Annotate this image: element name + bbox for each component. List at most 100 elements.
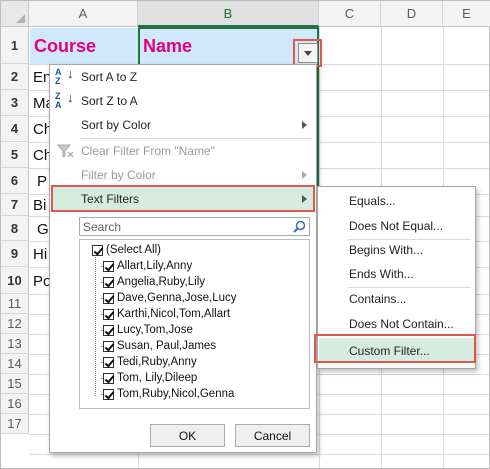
- column-header-a[interactable]: A: [29, 1, 138, 27]
- sort-z-a-label: Sort Z to A: [81, 94, 138, 108]
- autofilter-menu: A Z ↓ Sort A to Z Z A ↓ Sort Z to A Sort by …: [49, 64, 317, 453]
- list-item-select-all[interactable]: (Select All): [92, 242, 161, 258]
- does-not-equal-label: Does Not Equal...: [349, 218, 444, 233]
- contains-label: Contains...: [349, 291, 407, 306]
- list-item-label: Karthi,Nicol,Tom,Allart: [117, 308, 231, 320]
- sort-by-color-label: Sort by Color: [81, 118, 152, 132]
- checkbox[interactable]: [103, 340, 114, 352]
- row-header-4[interactable]: 4: [1, 116, 29, 142]
- begins-with-label: Begins With...: [349, 242, 424, 257]
- submenu-contains[interactable]: Contains...: [319, 286, 474, 311]
- cancel-button[interactable]: Cancel: [235, 424, 310, 447]
- filter-value-list[interactable]: (Select All) Allart,Lily,Anny Angelia,Ru…: [79, 239, 310, 409]
- menu-sort-z-a[interactable]: Z A ↓ Sort Z to A: [51, 89, 315, 113]
- filter-dropdown-button[interactable]: [298, 43, 318, 63]
- select-all-corner[interactable]: [1, 1, 29, 27]
- sort-a-z-label: Sort A to Z: [81, 70, 138, 84]
- column-header-e[interactable]: E: [443, 1, 490, 27]
- row-header-15[interactable]: 15: [1, 374, 29, 394]
- row-header-5[interactable]: 5: [1, 142, 29, 168]
- submenu-ends-with[interactable]: Ends With...: [319, 261, 474, 286]
- list-item[interactable]: Lucy,Tom,Jose: [96, 322, 193, 338]
- cell-a9[interactable]: Hi: [30, 242, 50, 267]
- chevron-right-icon: [302, 195, 307, 203]
- menu-sort-by-color[interactable]: Sort by Color: [51, 113, 315, 137]
- checkbox[interactable]: [103, 292, 114, 304]
- menu-clear-filter[interactable]: Clear Filter From "Name": [51, 139, 315, 163]
- cell-a5[interactable]: Ch: [30, 143, 50, 168]
- checkbox[interactable]: [103, 372, 114, 384]
- checkbox[interactable]: [103, 388, 114, 400]
- list-item[interactable]: Karthi,Nicol,Tom,Allart: [96, 306, 230, 322]
- column-header-d[interactable]: D: [381, 1, 443, 27]
- cell-a7[interactable]: Bi: [30, 195, 50, 216]
- list-item-label: Angelia,Ruby,Lily: [117, 276, 206, 288]
- checkbox[interactable]: [103, 260, 114, 272]
- row-header-6[interactable]: 6: [1, 168, 29, 194]
- submenu-begins-with[interactable]: Begins With...: [319, 237, 474, 262]
- menu-sort-a-z[interactable]: A Z ↓ Sort A to Z: [51, 65, 315, 89]
- row-header-10[interactable]: 10: [1, 267, 29, 294]
- chevron-down-icon: [304, 50, 312, 56]
- search-input[interactable]: Search: [79, 217, 310, 236]
- checkbox[interactable]: [103, 324, 114, 336]
- row-header-1[interactable]: 1: [1, 27, 29, 64]
- search-icon: [293, 220, 306, 233]
- cell-a6[interactable]: P: [30, 169, 50, 194]
- chevron-right-icon: [302, 121, 307, 129]
- cell-a4[interactable]: Ch: [30, 117, 50, 142]
- list-item-label: Susan, Paul,James: [117, 340, 217, 352]
- list-item-label: Dave,Genna,Jose,Lucy: [117, 292, 237, 304]
- row-header-12[interactable]: 12: [1, 314, 29, 334]
- clear-filter-label: Clear Filter From "Name": [81, 144, 215, 158]
- menu-text-filters[interactable]: Text Filters: [51, 187, 315, 211]
- row-header-16[interactable]: 16: [1, 394, 29, 414]
- search-placeholder: Search: [83, 219, 122, 234]
- list-item-label: Tedi,Ruby,Anny: [117, 356, 197, 368]
- cell-b1-name[interactable]: Name: [139, 28, 319, 64]
- sort-ascending-icon: A Z ↓: [55, 66, 74, 86]
- list-item-label: Allart,Lily,Anny: [117, 260, 193, 272]
- filter-by-color-label: Filter by Color: [81, 168, 156, 182]
- cell-a2[interactable]: En: [30, 65, 50, 90]
- submenu-does-not-contain[interactable]: Does Not Contain...: [319, 311, 474, 336]
- submenu-custom-filter[interactable]: Custom Filter...: [319, 338, 474, 363]
- list-item[interactable]: Allart,Lily,Anny: [96, 258, 192, 274]
- checkbox[interactable]: [103, 356, 114, 368]
- row-header-14[interactable]: 14: [1, 354, 29, 374]
- row-header-13[interactable]: 13: [1, 334, 29, 354]
- menu-filter-by-color[interactable]: Filter by Color: [51, 163, 315, 187]
- submenu-equals[interactable]: Equals...: [319, 188, 474, 213]
- submenu-does-not-equal[interactable]: Does Not Equal...: [319, 213, 474, 238]
- list-item[interactable]: Angelia,Ruby,Lily: [96, 274, 205, 290]
- list-item[interactable]: Tom,Ruby,Nicol,Genna: [96, 386, 234, 402]
- chevron-right-icon: [302, 171, 307, 179]
- checkbox[interactable]: [92, 244, 103, 256]
- list-item[interactable]: Dave,Genna,Jose,Lucy: [96, 290, 237, 306]
- list-item[interactable]: Tom, Lily,Dileep: [96, 370, 197, 386]
- column-header-c[interactable]: C: [319, 1, 381, 27]
- row-header-7[interactable]: 7: [1, 194, 29, 216]
- cell-a8[interactable]: G: [30, 217, 50, 241]
- list-item-label: Tom,Ruby,Nicol,Genna: [117, 388, 235, 400]
- row-header-2[interactable]: 2: [1, 64, 29, 90]
- list-item[interactable]: Susan, Paul,James: [96, 338, 216, 354]
- row-header-11[interactable]: 11: [1, 294, 29, 314]
- row-header-9[interactable]: 9: [1, 241, 29, 267]
- checkbox[interactable]: [103, 308, 114, 320]
- checkbox[interactable]: [103, 276, 114, 288]
- list-item[interactable]: Tedi,Ruby,Anny: [96, 354, 197, 370]
- clear-filter-icon: [56, 144, 74, 158]
- text-filters-submenu: Equals... Does Not Equal... Begins With.…: [317, 186, 476, 369]
- row-header-3[interactable]: 3: [1, 90, 29, 116]
- cell-a10[interactable]: Po: [30, 268, 50, 294]
- column-header-b[interactable]: B: [138, 1, 319, 27]
- equals-label: Equals...: [349, 193, 396, 208]
- row-header-8[interactable]: 8: [1, 216, 29, 241]
- cell-a1-course[interactable]: Course: [30, 28, 138, 64]
- cell-a3[interactable]: Ma: [30, 91, 50, 116]
- list-item-label: Tom, Lily,Dileep: [117, 372, 198, 384]
- row-header-17[interactable]: 17: [1, 414, 29, 434]
- ok-button[interactable]: OK: [150, 424, 225, 447]
- does-not-contain-label: Does Not Contain...: [349, 316, 454, 331]
